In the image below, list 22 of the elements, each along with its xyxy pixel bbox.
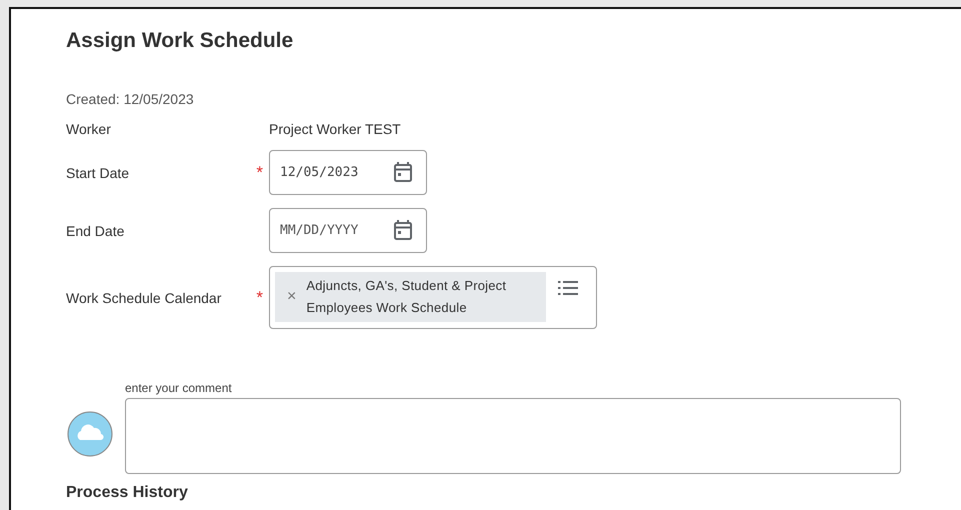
date-field[interactable]: 12/05/2023 — [269, 150, 427, 195]
field-label: End Date — [66, 222, 124, 238]
page-title: Assign Work Schedule — [66, 29, 294, 53]
chip-text: Adjuncts, GA's, Student & Project Employees Work Schedule — [306, 277, 508, 317]
required-mark: * — [256, 162, 263, 182]
field-label: Start Date — [66, 164, 130, 180]
list-icon[interactable] — [558, 280, 578, 296]
field-value: Project Worker TEST — [269, 121, 401, 137]
calendar-select-field[interactable]: × Adjuncts, GA's, Student & Project Employees Work Schedule — [269, 266, 597, 329]
field-label: Worker — [66, 121, 111, 137]
remove-icon[interactable]: × — [287, 287, 296, 307]
created-date: Created: 12/05/2023 — [66, 91, 195, 107]
calendar-icon[interactable] — [393, 161, 413, 183]
date-field[interactable]: MM/DD/YYYY — [269, 208, 427, 253]
selected-chip[interactable]: × Adjuncts, GA's, Student & Project Employees Work Schedule — [275, 272, 546, 322]
calendar-icon[interactable] — [393, 219, 413, 241]
section-heading: Process History — [66, 484, 189, 502]
required-mark: * — [256, 288, 263, 308]
comment-field[interactable] — [125, 398, 901, 474]
field-label: Work Schedule Calendar — [66, 290, 222, 306]
comment-label: enter your comment — [125, 381, 232, 395]
avatar-icon — [67, 411, 113, 457]
